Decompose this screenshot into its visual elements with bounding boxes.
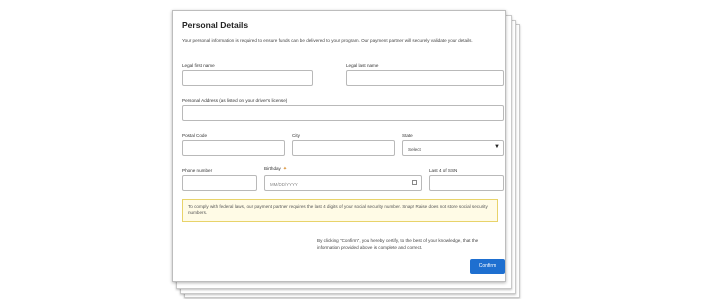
state-select[interactable]: Select ▼	[402, 140, 504, 156]
first-name-label: Legal first name	[182, 63, 215, 68]
birthday-label: Birthday	[264, 166, 281, 171]
birthday-field[interactable]: MM/DD/YYYY	[264, 175, 422, 191]
city-label: City	[292, 133, 300, 138]
phone-field[interactable]	[182, 175, 257, 191]
form-description: Your personal information is required to…	[182, 38, 473, 43]
city-field[interactable]	[292, 140, 395, 156]
consent-text: By clicking "Confirm", you hereby certif…	[317, 238, 479, 250]
calendar-icon[interactable]	[412, 180, 417, 185]
state-label: State	[402, 133, 413, 138]
page-title: Personal Details	[182, 20, 249, 30]
last-name-field[interactable]	[346, 70, 504, 86]
state-select-value: Select	[408, 147, 421, 152]
ssn-label: Last 4 of SSN	[429, 168, 458, 173]
birthday-label-row: Birthday ✦	[264, 166, 287, 172]
phone-label: Phone number	[182, 168, 213, 173]
personal-details-card: Personal Details Your personal informati…	[172, 10, 506, 282]
postal-code-field[interactable]	[182, 140, 285, 156]
address-field[interactable]	[182, 105, 504, 121]
caret-down-icon: ▼	[494, 144, 500, 150]
last-name-label: Legal last name	[346, 63, 379, 68]
ssn-notice: To comply with federal laws, our payment…	[182, 199, 498, 222]
confirm-button[interactable]: Confirm	[470, 259, 505, 274]
form-stack: Personal Details Your personal informati…	[172, 10, 520, 298]
first-name-field[interactable]	[182, 70, 313, 86]
cake-icon: ✦	[282, 166, 288, 172]
birthday-placeholder: MM/DD/YYYY	[270, 182, 298, 187]
postal-code-label: Postal Code	[182, 133, 208, 138]
address-label: Personal Address (as listed on your driv…	[182, 98, 288, 103]
ssn-field[interactable]	[429, 175, 504, 191]
